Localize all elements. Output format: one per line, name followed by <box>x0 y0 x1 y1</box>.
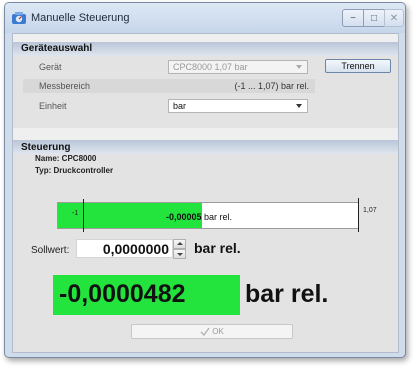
range-label: Messbereich <box>39 81 91 91</box>
chevron-down-icon <box>296 104 302 108</box>
unit-select[interactable]: bar <box>168 99 308 113</box>
checkmark-icon <box>200 327 210 336</box>
device-name: Name: CPC8000 <box>35 154 97 163</box>
device-label: Gerät <box>39 62 62 72</box>
chevron-down-icon <box>177 253 183 256</box>
window-title: Manuelle Steuerung <box>31 12 130 24</box>
chevron-down-icon <box>296 65 302 69</box>
unit-label: Einheit <box>39 101 67 111</box>
window-content: Geräteauswahl Gerät CPC8000 1,07 bar Tre… <box>12 33 399 353</box>
minimize-icon: − <box>350 12 356 24</box>
bar-min-label: -1 <box>72 210 79 217</box>
device-select-value: CPC8000 1,07 bar <box>173 62 248 72</box>
bar-max-tick <box>358 198 359 232</box>
ok-button-label: OK <box>212 327 224 336</box>
bar-value-unit: bar rel. <box>204 212 233 222</box>
bar-max-label: 1,07 <box>363 207 377 214</box>
setpoint-unit: bar rel. <box>194 240 241 256</box>
setpoint-increment[interactable] <box>173 239 186 249</box>
setpoint-value: 0,0000000 <box>102 241 169 257</box>
ok-button[interactable]: OK <box>131 324 293 339</box>
maximize-button[interactable]: □ <box>363 9 385 27</box>
disconnect-button-label: Trennen <box>341 61 375 71</box>
bar-value: -0,00005 bar rel. <box>166 212 232 222</box>
reading-unit: bar rel. <box>245 280 329 308</box>
setpoint-input[interactable]: 0,0000000 <box>76 239 173 258</box>
device-selection-title: Geräteauswahl <box>21 43 93 54</box>
range-value: (-1 ... 1,07) bar rel. <box>234 81 309 91</box>
manual-control-window: Manuelle Steuerung − □ ✕ Geräteauswahl G… <box>4 2 406 358</box>
reading-value: -0,0000482 <box>59 280 186 308</box>
close-icon: ✕ <box>389 12 399 24</box>
device-select[interactable]: CPC8000 1,07 bar <box>168 60 308 74</box>
close-button[interactable]: ✕ <box>384 9 404 27</box>
unit-select-value: bar <box>173 101 187 111</box>
gauge-app-icon <box>12 12 26 24</box>
control-title: Steuerung <box>21 142 71 153</box>
device-type: Typ: Druckcontroller <box>35 166 114 175</box>
chevron-up-icon <box>177 242 183 245</box>
bar-min-tick <box>83 199 84 232</box>
title-bar[interactable]: Manuelle Steuerung − □ ✕ <box>5 3 405 33</box>
disconnect-button[interactable]: Trennen <box>325 59 391 73</box>
bar-value-number: -0,00005 <box>166 212 202 222</box>
setpoint-label: Sollwert: <box>31 245 70 256</box>
control-header <box>13 140 398 154</box>
maximize-icon: □ <box>370 12 378 24</box>
pressure-bar: -1 1,07 -0,00005 bar rel. <box>57 198 377 232</box>
minimize-button[interactable]: − <box>342 9 364 27</box>
setpoint-decrement[interactable] <box>173 249 186 259</box>
